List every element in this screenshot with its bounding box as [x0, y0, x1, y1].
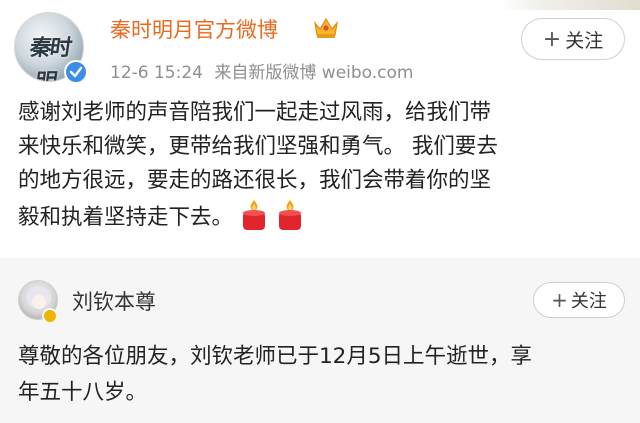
author-name[interactable]: 秦时明月官方微博	[110, 14, 278, 44]
post-text-line: 的地方很远，要走的路还很长，我们会带着你的坚	[18, 168, 492, 193]
candle-icon	[239, 198, 269, 232]
avatar-face	[32, 295, 46, 309]
follow-button[interactable]: + 关注	[521, 18, 625, 60]
post-text-line: 毅和执着坚持走下去。	[18, 198, 618, 235]
crown-icon	[312, 14, 340, 40]
plus-icon: +	[542, 26, 562, 52]
quoted-text-line: 尊敬的各位朋友，刘钦老师已于12月5日上午逝世，享	[18, 344, 533, 369]
vip-icon	[42, 308, 58, 324]
follow-button-label: 关注	[565, 29, 604, 52]
quoted-post-text: 尊敬的各位朋友，刘钦老师已于12月5日上午逝世，享 年五十八岁。	[18, 339, 628, 411]
post-text-line: 来快乐和微笑，更带给我们坚强和勇气。 我们要去	[18, 134, 498, 159]
verified-icon	[64, 60, 88, 84]
post-text: 感谢刘老师的声音陪我们一起走过风雨，给我们带 来快乐和微笑，更带给我们坚强和勇气…	[18, 96, 618, 235]
post-source[interactable]: 来自新版微博 weibo.com	[214, 63, 413, 83]
quoted-post[interactable]: 刘钦本尊 + 关注 尊敬的各位朋友，刘钦老师已于12月5日上午逝世，享 年五十八…	[0, 258, 640, 423]
quoted-author-name[interactable]: 刘钦本尊	[72, 286, 156, 316]
quoted-text-line: 年五十八岁。	[18, 380, 148, 405]
weibo-post: 秦时明 秦时明月官方微博 12-6 15:24 来自新版微博 weibo.com…	[0, 0, 640, 258]
post-text-line-end: 毅和执着坚持走下去。	[18, 205, 234, 230]
plus-icon: +	[551, 288, 568, 312]
quoted-follow-button-label: 关注	[570, 291, 607, 312]
post-meta: 12-6 15:24 来自新版微博 weibo.com	[110, 58, 420, 83]
candle-icon	[275, 198, 305, 232]
post-text-line: 感谢刘老师的声音陪我们一起走过风雨，给我们带	[18, 100, 492, 125]
header-decoration	[500, 0, 640, 10]
post-timestamp: 12-6 15:24	[110, 63, 203, 83]
quoted-follow-button[interactable]: + 关注	[533, 282, 625, 318]
